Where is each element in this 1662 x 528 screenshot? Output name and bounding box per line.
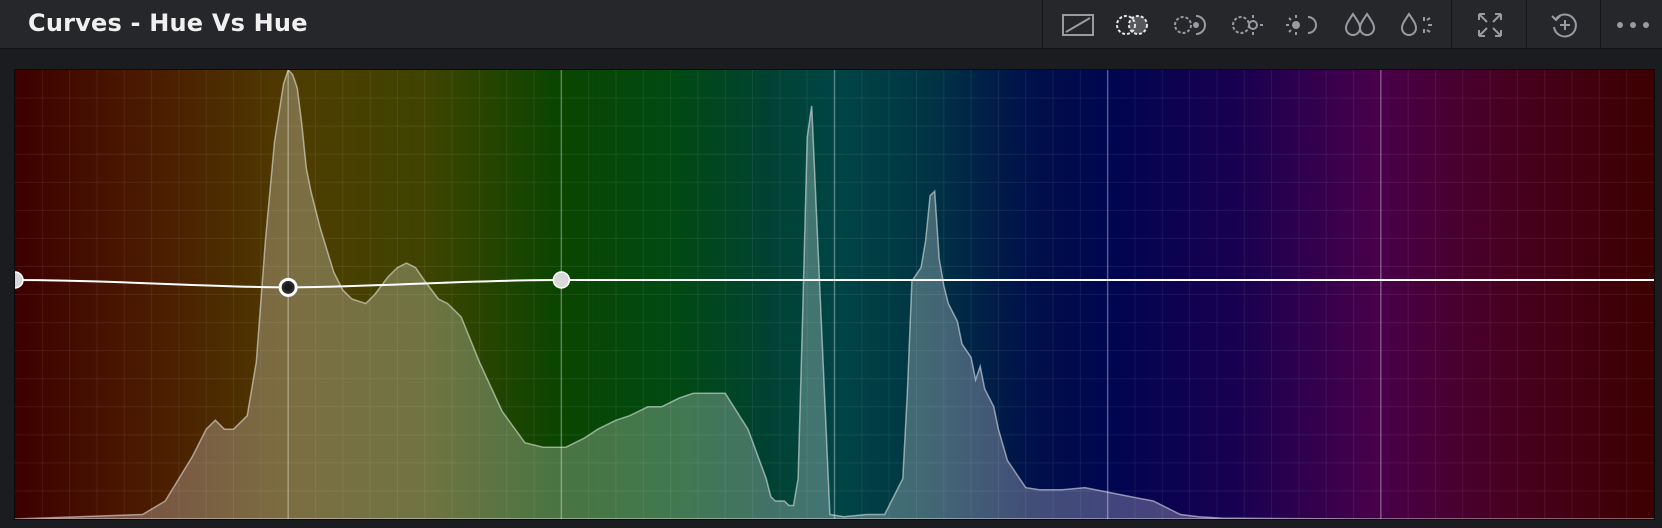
lum-vs-sat-button[interactable] xyxy=(1274,0,1332,49)
hue-vs-lum-button[interactable] xyxy=(1218,0,1276,49)
hue-curve-graph[interactable] xyxy=(15,70,1654,519)
curve-control-point[interactable] xyxy=(552,271,571,289)
toolbar-divider xyxy=(1451,0,1452,49)
custom-curves-button[interactable] xyxy=(1049,0,1107,49)
hue-vs-hue-curves-panel: Curves - Hue Vs Hue xyxy=(0,0,1662,528)
expand-icon xyxy=(1475,10,1505,40)
sat-vs-sat-button[interactable] xyxy=(1331,0,1389,49)
hue-vs-lum-icon xyxy=(1227,10,1267,40)
hue-vs-sat-button[interactable] xyxy=(1161,0,1219,49)
sat-vs-sat-icon xyxy=(1340,10,1380,40)
more-options-button[interactable] xyxy=(1604,0,1662,49)
more-options-icon xyxy=(1613,19,1653,31)
toolbar-divider xyxy=(1600,0,1601,49)
sat-vs-lum-button[interactable] xyxy=(1386,0,1444,49)
hue-vs-hue-icon xyxy=(1113,10,1153,40)
reset-icon xyxy=(1549,9,1581,41)
expand-button[interactable] xyxy=(1461,0,1519,49)
toolbar-divider xyxy=(1042,0,1043,49)
selected-point-center xyxy=(284,283,293,292)
curve-graph-area[interactable] xyxy=(14,69,1655,520)
toolbar-divider xyxy=(1526,0,1527,49)
sat-vs-lum-icon xyxy=(1395,10,1435,40)
panel-header: Curves - Hue Vs Hue xyxy=(0,0,1662,49)
hue-vs-hue-button[interactable] xyxy=(1104,0,1162,49)
panel-title: Curves - Hue Vs Hue xyxy=(28,9,308,37)
lum-vs-sat-icon xyxy=(1283,10,1323,40)
custom-curves-icon xyxy=(1061,12,1095,38)
hue-vs-sat-icon xyxy=(1170,10,1210,40)
reset-button[interactable] xyxy=(1536,0,1594,49)
